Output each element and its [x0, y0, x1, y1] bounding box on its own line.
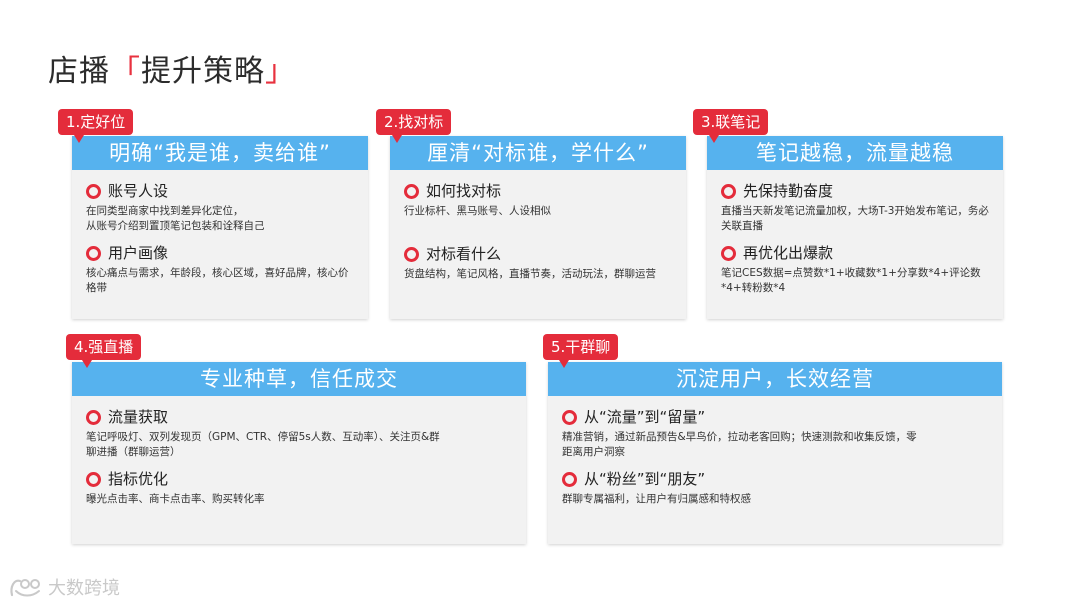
strategy-card-1: 明确“我是谁，卖给谁” 账号人设 在同类型商家中找到差异化定位， 从账号介绍到置顶… [72, 136, 368, 319]
item-heading: 指标优化 [108, 470, 169, 488]
brand-logo-text: 大数跨境 [48, 578, 120, 599]
item-heading: 再优化出爆款 [743, 244, 834, 262]
card-item: 如何找对标 行业标杆、黑马账号、人设相似 [404, 180, 672, 219]
card-item: 从“流量”到“留量” 精准营销，通过新品预告&早鸟价，拉动老客回购；快速测款和收… [562, 406, 988, 460]
item-heading: 从“粉丝”到“朋友” [584, 470, 706, 488]
bullet-ring-icon [562, 409, 577, 425]
card-body-3: 先保持勤奋度 直播当天新发笔记流量加权，大场T-3开始发布笔记，务必关联直播 再… [721, 180, 989, 304]
item-description: 笔记呼吸灯、双列发现页（GPM、CTR、停留5s人数、互动率）、关注页&群聊进播… [86, 431, 440, 458]
bullet-ring-icon [404, 246, 419, 262]
card-item: 用户画像 核心痛点与需求，年龄段，核心区域，喜好品牌，核心价格带 [86, 242, 354, 296]
item-heading: 账号人设 [108, 182, 169, 200]
item-description: 曝光点击率、商卡点击率、购买转化率 [86, 493, 265, 505]
card-item: 再优化出爆款 笔记CES数据=点赞数*1+收藏数*1+分享数*4+评论数*4+转… [721, 242, 989, 296]
item-heading: 对标看什么 [426, 245, 502, 263]
strategy-card-2: 厘清“对标谁，学什么” 如何找对标 行业标杆、黑马账号、人设相似 对标看什么 货… [390, 136, 686, 319]
bullet-ring-icon [721, 245, 736, 261]
item-description: 笔记CES数据=点赞数*1+收藏数*1+分享数*4+评论数*4+转粉数*4 [721, 267, 981, 294]
card-body-2: 如何找对标 行业标杆、黑马账号、人设相似 对标看什么 货盘结构，笔记风格，直播节… [404, 180, 672, 290]
title-close-bracket: 」 [265, 54, 296, 89]
card-tag-2: 2.找对标 [376, 109, 452, 143]
strategy-card-4: 专业种草，信任成交 流量获取 笔记呼吸灯、双列发现页（GPM、CTR、停留5s人… [72, 362, 526, 544]
brand-logo-icon [10, 579, 40, 597]
card-item: 从“粉丝”到“朋友” 群聊专属福利，让用户有归属感和特权感 [562, 468, 988, 507]
item-description: 核心痛点与需求，年龄段，核心区域，喜好品牌，核心价格带 [86, 267, 349, 294]
title-open-bracket: 「 [110, 54, 141, 89]
bullet-ring-icon [721, 183, 736, 199]
card-body-1: 账号人设 在同类型商家中找到差异化定位， 从账号介绍到置顶笔记包装和诠释自己 用户… [86, 180, 354, 304]
item-heading: 从“流量”到“留量” [584, 408, 706, 426]
item-heading: 如何找对标 [426, 182, 502, 200]
item-heading: 流量获取 [108, 408, 169, 426]
card-item: 先保持勤奋度 直播当天新发笔记流量加权，大场T-3开始发布笔记，务必关联直播 [721, 180, 989, 234]
item-description: 行业标杆、黑马账号、人设相似 [404, 205, 551, 217]
title-accent: 提升策略 [141, 54, 265, 89]
card-header-3: 笔记越稳，流量越稳 [707, 136, 1003, 170]
item-description: 在同类型商家中找到差异化定位， 从账号介绍到置顶笔记包装和诠释自己 [86, 205, 265, 232]
card-tag-3: 3.联笔记 [693, 109, 769, 143]
brand-logo: 大数跨境 [8, 574, 120, 600]
bullet-ring-icon [86, 245, 101, 261]
bullet-ring-icon [562, 471, 577, 487]
card-tag-5: 5.干群聊 [543, 334, 619, 368]
item-description: 货盘结构，笔记风格，直播节奏，活动玩法，群聊运营 [404, 268, 656, 280]
title-main: 店播 [48, 54, 110, 89]
page-title: 店播「提升策略」 [48, 52, 296, 92]
card-item: 指标优化 曝光点击率、商卡点击率、购买转化率 [86, 468, 512, 507]
strategy-card-3: 笔记越稳，流量越稳 先保持勤奋度 直播当天新发笔记流量加权，大场T-3开始发布笔… [707, 136, 1003, 319]
card-item: 对标看什么 货盘结构，笔记风格，直播节奏，活动玩法，群聊运营 [404, 243, 672, 282]
card-header-4: 专业种草，信任成交 [72, 362, 526, 396]
item-heading: 用户画像 [108, 244, 169, 262]
card-header-2: 厘清“对标谁，学什么” [390, 136, 686, 170]
bullet-ring-icon [86, 409, 101, 425]
bullet-ring-icon [86, 183, 101, 199]
bullet-ring-icon [86, 471, 101, 487]
bullet-ring-icon [404, 183, 419, 199]
strategy-card-5: 沉淀用户，长效经营 从“流量”到“留量” 精准营销，通过新品预告&早鸟价，拉动老… [548, 362, 1002, 544]
item-heading: 先保持勤奋度 [743, 182, 834, 200]
item-description: 直播当天新发笔记流量加权，大场T-3开始发布笔记，务必关联直播 [721, 205, 989, 232]
card-tag-4: 4.强直播 [66, 334, 142, 368]
item-description: 精准营销，通过新品预告&早鸟价，拉动老客回购；快速测款和收集反馈，零距离用户洞察 [562, 431, 917, 458]
card-header-1: 明确“我是谁，卖给谁” [72, 136, 368, 170]
card-body-4: 流量获取 笔记呼吸灯、双列发现页（GPM、CTR、停留5s人数、互动率）、关注页… [86, 406, 512, 515]
card-item: 流量获取 笔记呼吸灯、双列发现页（GPM、CTR、停留5s人数、互动率）、关注页… [86, 406, 512, 460]
card-tag-1: 1.定好位 [58, 109, 134, 143]
card-item: 账号人设 在同类型商家中找到差异化定位， 从账号介绍到置顶笔记包装和诠释自己 [86, 180, 354, 234]
card-body-5: 从“流量”到“留量” 精准营销，通过新品预告&早鸟价，拉动老客回购；快速测款和收… [562, 406, 988, 515]
item-description: 群聊专属福利，让用户有归属感和特权感 [562, 493, 751, 505]
card-header-5: 沉淀用户，长效经营 [548, 362, 1002, 396]
